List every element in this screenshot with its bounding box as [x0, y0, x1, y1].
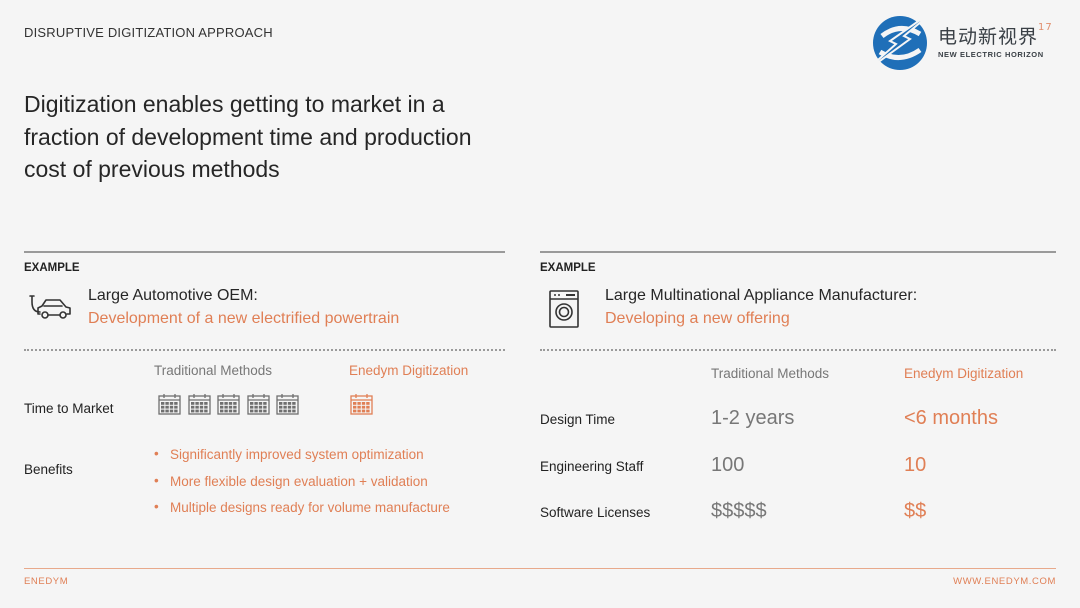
footer-rule: [24, 568, 1056, 569]
electric-car-icon: [29, 295, 71, 319]
left-example-subtitle: Development of a new electrified powertr…: [88, 310, 400, 327]
logo-english-text: NEW ELECTRIC HORIZON: [938, 50, 1044, 59]
left-top-rule: [24, 251, 505, 253]
benefit-item: Multiple designs ready for volume manufa…: [154, 499, 450, 527]
benefit-item: More flexible design evaluation + valida…: [154, 473, 450, 501]
left-dotted-divider: [24, 349, 505, 351]
lightning-globe-icon: [861, 6, 941, 75]
right-row-label: Design Time: [540, 412, 616, 427]
calendar-icon: [187, 393, 211, 415]
right-row-traditional-value: 1-2 years: [711, 407, 795, 429]
logo-chinese-text: 电动新视界17: [938, 21, 1053, 48]
calendar-icon: [350, 393, 373, 415]
right-top-rule: [540, 251, 1056, 253]
left-col-traditional: Traditional Methods: [154, 363, 273, 378]
footer-website-link[interactable]: WWW.ENEDYM.COM: [953, 576, 1056, 587]
benefits-list: Significantly improved system optimizati…: [154, 446, 450, 527]
right-row-enedym-value: <6 months: [904, 407, 998, 429]
traditional-calendars: [158, 393, 306, 420]
benefit-item: Significantly improved system optimizati…: [154, 446, 450, 474]
footer-brand: ENEDYM: [24, 576, 69, 587]
washing-machine-icon: [549, 290, 579, 328]
right-col-traditional: Traditional Methods: [711, 366, 830, 381]
right-row-traditional-value: 100: [711, 454, 745, 476]
calendar-icon: [276, 393, 299, 415]
right-row-traditional-value: $$$$$: [711, 500, 767, 522]
right-col-enedym: Enedym Digitization: [904, 366, 1024, 381]
right-example-title: Large Multinational Appliance Manufactur…: [605, 287, 918, 304]
calendar-icon: [246, 393, 270, 415]
right-example-subtitle: Developing a new offering: [605, 310, 790, 327]
right-row-label: Software Licenses: [540, 505, 651, 520]
section-kicker: DISRUPTIVE DIGITIZATION APPROACH: [24, 25, 273, 40]
enedym-calendars: [350, 393, 380, 420]
calendar-icon: [158, 393, 181, 415]
left-example-label: EXAMPLE: [24, 262, 80, 274]
right-row-enedym-value: 10: [904, 454, 927, 476]
calendar-icon: [217, 393, 240, 415]
right-example-label: EXAMPLE: [540, 262, 596, 274]
right-row-enedym-value: $$: [904, 500, 927, 522]
left-row-time-label: Time to Market: [24, 401, 114, 416]
right-dotted-divider: [540, 349, 1056, 351]
right-row-label: Engineering Staff: [540, 459, 644, 474]
left-col-enedym: Enedym Digitization: [349, 363, 469, 378]
left-example-title: Large Automotive OEM:: [88, 287, 258, 304]
left-row-benefits-label: Benefits: [24, 462, 73, 477]
logo: 电动新视界17 NEW ELECTRIC HORIZON: [860, 6, 1060, 76]
page-headline: Digitization enables getting to market i…: [24, 91, 472, 182]
